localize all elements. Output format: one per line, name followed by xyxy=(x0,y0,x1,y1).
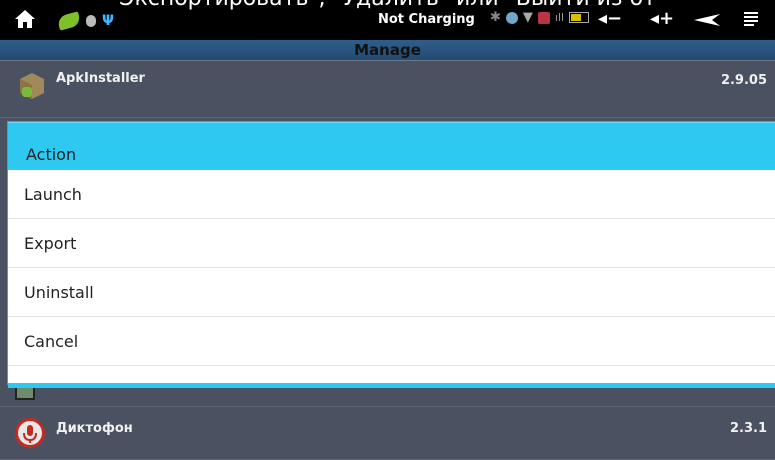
launch-option[interactable]: Launch xyxy=(8,170,775,219)
app-version: 2.3.1 xyxy=(729,421,767,436)
menu-icon[interactable] xyxy=(742,10,760,28)
volume-up-icon[interactable]: ◂+ xyxy=(650,8,674,29)
list-item[interactable]: ApkInstaller 2.9.05 xyxy=(0,61,775,118)
leaf-icon xyxy=(56,11,82,31)
usb-icon: Ψ xyxy=(102,13,114,29)
signal-bars-icon: ıll xyxy=(554,11,565,24)
system-icons: ✱ ▼ ıll xyxy=(490,10,590,25)
notification-icons: Ψ xyxy=(56,10,114,32)
dialog-title: Action xyxy=(8,122,775,170)
bug-icon xyxy=(86,15,96,27)
signal-icon xyxy=(537,11,550,24)
app-version: 2.9.05 xyxy=(720,73,767,88)
export-option[interactable]: Export xyxy=(8,219,775,268)
bluetooth-icon: ✱ xyxy=(490,10,501,25)
charging-status: Not Charging xyxy=(378,12,475,27)
app-name: ApkInstaller xyxy=(56,71,145,86)
list-item[interactable]: Диктофон 2.3.1 xyxy=(0,407,775,460)
page-title: Manage xyxy=(0,40,775,61)
status-bar: Ψ Not Charging ✱ ▼ ıll ◂− ◂+ xyxy=(0,0,775,40)
app-name: Диктофон xyxy=(56,421,133,436)
home-icon[interactable] xyxy=(14,8,36,30)
cancel-option[interactable]: Cancel xyxy=(8,317,775,366)
alarm-icon xyxy=(505,11,518,24)
battery-icon xyxy=(569,12,590,23)
android-box-icon xyxy=(20,73,44,99)
microphone-icon xyxy=(15,418,45,448)
volume-down-icon[interactable]: ◂− xyxy=(598,8,622,29)
wifi-icon: ▼ xyxy=(522,10,533,25)
dialog-bottom-border xyxy=(8,383,775,388)
uninstall-option[interactable]: Uninstall xyxy=(8,268,775,317)
back-icon[interactable] xyxy=(690,12,722,28)
action-dialog: Action Launch Export Uninstall Cancel xyxy=(8,122,775,388)
